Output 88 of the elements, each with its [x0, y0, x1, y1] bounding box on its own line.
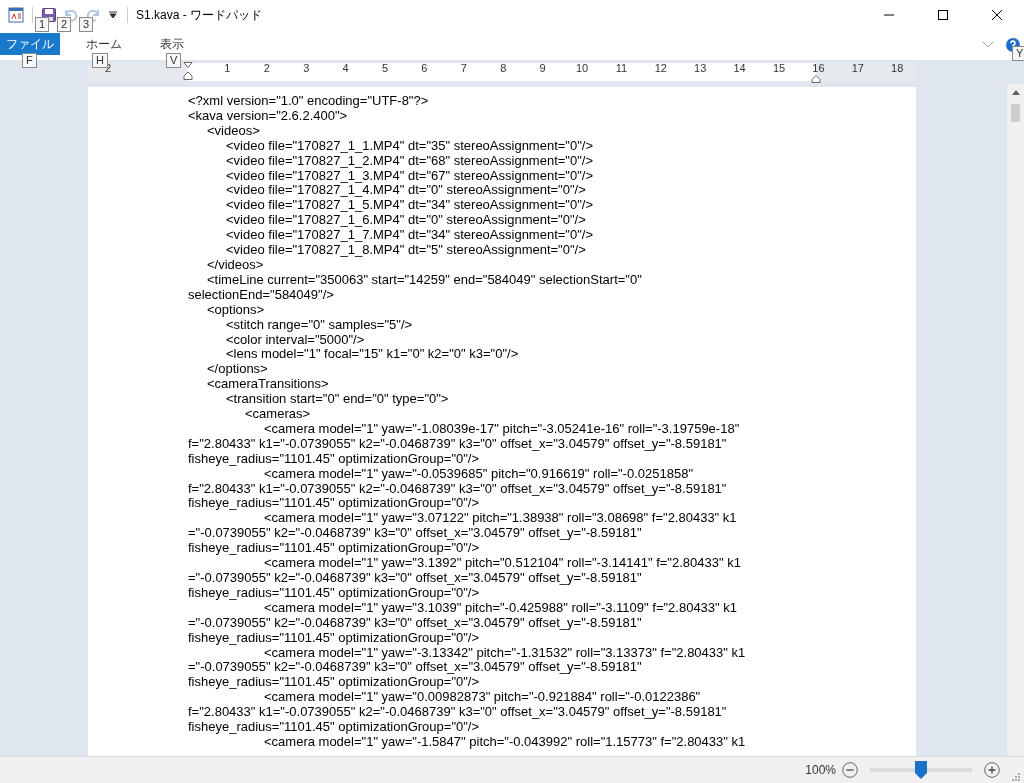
keytip: Y: [1012, 46, 1024, 61]
text-line: ="-0.0739055" k2="-0.0468739" k3="0" offset_x="3.04579" offset_y="-8.59181": [188, 615, 643, 631]
text-line: <camera model="1" yaw="-0.0539685" pitch="0.916619" roll="-0.0251858": [264, 466, 694, 482]
text-line: <options>: [206, 302, 266, 318]
text-line: <video file="170827_1_5.MP4" dt="34" stereoAssignment="0"/>: [225, 198, 594, 214]
ruler-number: 8: [500, 63, 507, 74]
text-line: fisheye_radius="1101.45" optimizationGroup="0"/>: [188, 585, 480, 601]
ruler-number: 4: [342, 63, 349, 74]
window-title: S1.kava - ワードパッド: [136, 6, 263, 24]
ruler-number: 6: [421, 63, 428, 74]
text-line: <video file="170827_1_7.MP4" dt="34" stereoAssignment="0"/>: [225, 228, 594, 244]
text-line: <stitch range="0" samples="5"/>: [226, 317, 414, 333]
text-line: <camera model="1" yaw="3.07122" pitch="1.38938" roll="3.08698" f="2.80433" k1: [263, 511, 738, 527]
ruler-number: 13: [694, 63, 707, 74]
text-line: fisheye_radius="1101.45" optimizationGroup="0"/>: [188, 451, 481, 467]
text-line: <videos>: [206, 123, 261, 139]
zoom-in-icon[interactable]: [984, 762, 1000, 778]
close-icon[interactable]: [992, 10, 1002, 20]
text-line: </videos>: [206, 257, 265, 273]
text-line: <camera model="1" yaw="3.1392" pitch="0.512104" roll="-3.14141" f="2.80433" k1: [263, 556, 742, 571]
text-line: fisheye_radius="1101.45" optimizationGroup="0"/>: [188, 496, 481, 512]
ruler-number: 17: [851, 63, 864, 74]
document-page[interactable]: [88, 87, 916, 756]
ruler-number: 10: [575, 63, 589, 74]
ruler-number: 1: [224, 63, 231, 74]
text-line: selectionEnd="584049"/>: [188, 287, 335, 303]
text-line: ="-0.0739055" k2="-0.0468739" k3="0" offset_x="3.04579" offset_y="-8.59181": [188, 526, 643, 542]
text-line: f="2.80433" k1="-0.0739055" k2="-0.0468739" k3="0" offset_x="3.04579" offset_y="-8.59181": [188, 436, 728, 452]
text-line: fisheye_radius="1101.45" optimizationGroup="0"/>: [188, 541, 481, 557]
text-line: f="2.80433" k1="-0.0739055" k2="-0.0468739" k3="0" offset_x="3.04579" offset_y="-8.59181": [188, 705, 728, 721]
keytip: H: [92, 53, 108, 68]
text-line: f="2.80433" k1="-0.0739055" k2="-0.0468739" k3="0" offset_x="3.04579" offset_y="-8.59181": [188, 481, 728, 497]
zoom-level: 100%: [805, 763, 836, 777]
ruler-number: 9: [539, 63, 546, 74]
text-line: <video file="170827_1_1.MP4" dt="35" stereoAssignment="0"/>: [225, 138, 594, 154]
text-line: ="-0.0739055" k2="-0.0468739" k3="0" offset_x="3.04579" offset_y="-8.59181": [188, 660, 643, 676]
ruler-number: 15: [772, 63, 786, 74]
text-line: <kava version="2.6.2.400">: [188, 108, 348, 124]
text-line: <video file="170827_1_3.MP4" dt="67" stereoAssignment="0"/>: [225, 168, 594, 184]
keytip: F: [22, 53, 37, 68]
keytip: 1: [35, 17, 50, 32]
keytip: V: [166, 53, 182, 68]
zoom-out-icon[interactable]: [842, 762, 858, 778]
ruler-number: 14: [733, 63, 746, 74]
text-line: <transition start="0" end="0" type="0">: [225, 392, 450, 408]
customize-dropdown-icon[interactable]: [109, 11, 117, 19]
ruler-number: 7: [460, 63, 467, 74]
ruler-number: 16: [812, 63, 825, 74]
slider-thumb[interactable]: [915, 761, 927, 779]
ruler-number: 3: [303, 63, 310, 74]
text-line: fisheye_radius="1101.45" optimizationGroup="0"/>: [188, 630, 480, 646]
text-line: fisheye_radius="1101.45" optimizationGroup="0"/>: [188, 720, 481, 735]
maximize-icon[interactable]: [938, 10, 948, 20]
text-line: <video file="170827_1_8.MP4" dt="5" stereoAssignment="0"/>: [225, 243, 587, 258]
scroll-thumb[interactable]: [1011, 104, 1020, 122]
file-menu-tab[interactable]: ファイル: [0, 33, 60, 55]
text-line: <cameraTransitions>: [206, 377, 330, 393]
scroll-up-icon[interactable]: [1011, 90, 1020, 95]
text-line: <camera model="1" yaw="-1.5847" pitch="-0.043992" roll="1.15773" f="2.80433" k1: [264, 734, 747, 750]
text-line: <?xml version="1.0" encoding="UTF-8"?>: [188, 94, 430, 109]
ruler-number: 12: [654, 63, 667, 74]
chevron-down-icon[interactable]: [982, 41, 994, 49]
text-line: <video file="170827_1_2.MP4" dt="68" stereoAssignment="0"/>: [225, 153, 594, 169]
ribbon-tab[interactable]: 表示: [148, 33, 196, 55]
text-line: <timeLine current="350063" start="14259" end="584049" selectionStart="0": [206, 272, 643, 288]
indent-marker-icon[interactable]: [183, 62, 193, 80]
ruler-number: 18: [891, 63, 904, 74]
text-line: <video file="170827_1_6.MP4" dt="0" stereoAssignment="0"/>: [225, 213, 587, 229]
text-line: <camera model="1" yaw="3.1039" pitch="-0.425988" roll="-3.1109" f="2.80433" k1: [264, 600, 739, 616]
text-line: <color interval="5000"/>: [225, 332, 365, 348]
ruler-number: 5: [381, 63, 389, 74]
text-line: ="-0.0739055" k2="-0.0468739" k3="0" offset_x="3.04579" offset_y="-8.59181": [188, 571, 643, 586]
text-line: <lens model="1" focal="15" k1="0" k2="0" k3="0"/>: [225, 347, 520, 363]
wordpad-app-icon[interactable]: [8, 7, 24, 23]
keytip: 3: [79, 17, 94, 32]
ruler-number: 2: [263, 63, 270, 74]
ribbon-tab[interactable]: ホーム: [74, 33, 134, 55]
text-line: fisheye_radius="1101.45" optimizationGroup="0"/>: [188, 675, 481, 691]
keytip: 2: [57, 17, 72, 32]
text-line: <camera model="1" yaw="-1.08039e-17" pitch="-3.05241e-16" roll="-3.19759e-18": [263, 421, 741, 437]
text-line: <camera model="1" yaw="0.00982873" pitch="-0.921884" roll="-0.0122386": [263, 690, 702, 706]
vertical-scrollbar[interactable]: [1007, 84, 1024, 756]
ruler-number: 11: [615, 63, 628, 74]
text-line: <cameras>: [244, 407, 312, 422]
text-line: <video file="170827_1_4.MP4" dt="0" stereoAssignment="0"/>: [225, 183, 586, 199]
text-line: <camera model="1" yaw="-3.13342" pitch="-1.31532" roll="3.13373" f="2.80433" k1: [264, 645, 747, 661]
text-line: </options>: [206, 362, 269, 378]
resize-grip-icon[interactable]: [1012, 773, 1020, 781]
